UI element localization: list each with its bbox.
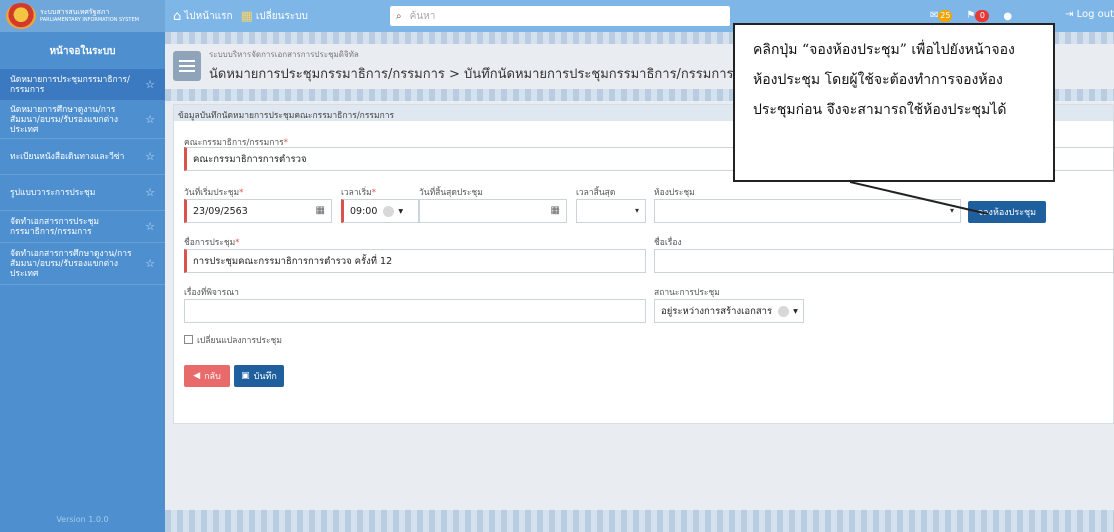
sidebar-item-committee-meeting[interactable]: นัดหมายการประชุมกรรมาธิการ/กรรมการ ☆ bbox=[0, 69, 165, 101]
back-button[interactable]: ◀ กลับ bbox=[184, 365, 230, 387]
sidebar-item-trip-documents[interactable]: จัดทำเอกสารการศึกษาดูงาน/การสัมมนา/อบรม/… bbox=[0, 243, 165, 285]
grid-icon: ▦ bbox=[240, 8, 253, 24]
save-button[interactable]: ▣ บันทึก bbox=[234, 365, 284, 387]
status-label: สถานะการประชุม bbox=[654, 288, 720, 298]
home-label: ไปหน้าแรก bbox=[184, 10, 233, 22]
consider-label: เรื่องที่พิจารณา bbox=[184, 288, 239, 298]
version-text: Version 1.0.0 bbox=[56, 515, 109, 524]
home-icon: ⌂ bbox=[173, 8, 182, 24]
meeting-name-label: ชื่อการประชุม* bbox=[184, 238, 240, 248]
start-time-value: 09:00 bbox=[350, 205, 378, 217]
calendar-icon[interactable]: ▦ bbox=[551, 205, 560, 216]
sidebar-item-agenda-format[interactable]: รูปแบบวาระการประชุม ☆ bbox=[0, 175, 165, 211]
logout-label: Log out bbox=[1076, 9, 1114, 20]
room-label: ห้องประชุม bbox=[654, 188, 695, 198]
logout-button[interactable]: ⇥ Log out bbox=[1065, 9, 1114, 20]
sidebar-item-label: ทะเบียนหนังสือเดินทางและวีซ่า bbox=[10, 151, 125, 162]
sidebar-item-label: รูปแบบวาระการประชุม bbox=[10, 187, 96, 198]
sidebar-item-label: จัดทำเอกสารการประชุมกรรมาธิการ/กรรมการ bbox=[10, 216, 99, 237]
switch-system-label: เปลี่ยนระบบ bbox=[255, 10, 308, 22]
alert-badge: 0 bbox=[975, 10, 990, 22]
sidebar-item-passport[interactable]: ทะเบียนหนังสือเดินทางและวีซ่า ☆ bbox=[0, 139, 165, 175]
parliament-logo bbox=[6, 3, 36, 29]
end-date-field[interactable]: ▦ bbox=[419, 199, 567, 223]
end-date-label: วันที่สิ้นสุดประชุม bbox=[419, 188, 483, 198]
system-subtitle: ระบบบริหารจัดการเอกสารการประชุมดิจิทัล bbox=[209, 50, 359, 59]
save-icon: ▣ bbox=[241, 371, 250, 381]
home-link[interactable]: ⌂ ไปหน้าแรก bbox=[173, 9, 233, 24]
star-icon[interactable]: ☆ bbox=[145, 151, 155, 162]
star-icon[interactable]: ☆ bbox=[145, 258, 155, 269]
meeting-name-value: การประชุมคณะกรรมาธิการการตำรวจ ครั้งที่ … bbox=[193, 255, 393, 267]
logout-icon: ⇥ bbox=[1065, 9, 1074, 20]
chevron-down-icon: ▾ bbox=[793, 305, 798, 317]
notification-icon[interactable]: ✉ 25 bbox=[930, 10, 953, 22]
decorative-pattern-bottom bbox=[165, 510, 1114, 532]
callout-pointer bbox=[850, 181, 989, 215]
status-select[interactable]: อยู่ระหว่างการสร้างเอกสาร ▾ bbox=[654, 299, 804, 323]
user-icon[interactable]: ● bbox=[1003, 11, 1012, 22]
change-meeting-checkbox[interactable] bbox=[184, 335, 193, 344]
clear-icon[interactable] bbox=[383, 205, 395, 217]
sidebar-item-label: นัดหมายการศึกษาดูงาน/การสัมมนา/อบรม/รับร… bbox=[10, 104, 119, 135]
brand-english: PARLIAMENTARY INFORMATION SYSTEM bbox=[40, 17, 139, 23]
subject-label: ชื่อเรื่อง bbox=[654, 238, 682, 248]
switch-system-link[interactable]: ▦ เปลี่ยนระบบ bbox=[241, 9, 308, 24]
start-date-field[interactable]: 23/09/2563 ▦ bbox=[184, 199, 332, 223]
chevron-down-icon: ▾ bbox=[634, 206, 639, 215]
committee-value: คณะกรรมาธิการการตำรวจ bbox=[193, 153, 307, 165]
clear-icon[interactable] bbox=[778, 305, 790, 317]
meeting-name-field[interactable]: การประชุมคณะกรรมาธิการการตำรวจ ครั้งที่ … bbox=[184, 249, 646, 273]
instruction-callout: คลิกปุ่ม “จองห้องประชุม” เพื่อไปยังหน้าจ… bbox=[733, 23, 1055, 182]
breadcrumb: นัดหมายการประชุมกรรมาธิการ/กรรมการ > บัน… bbox=[209, 67, 763, 82]
search-input[interactable]: ⌕ ค้นหา bbox=[390, 6, 730, 26]
star-icon[interactable]: ☆ bbox=[145, 187, 155, 198]
chevron-down-icon: ▾ bbox=[398, 205, 404, 217]
sidebar-title: หน้าจอในระบบ bbox=[49, 46, 116, 57]
star-icon[interactable]: ☆ bbox=[145, 114, 155, 125]
document-icon bbox=[173, 51, 201, 81]
sidebar: หน้าจอในระบบ นัดหมายการประชุมกรรมาธิการ/… bbox=[0, 32, 165, 532]
calendar-icon[interactable]: ▦ bbox=[316, 205, 325, 216]
start-date-label: วันที่เริ่มประชุม* bbox=[184, 188, 244, 198]
search-placeholder: ค้นหา bbox=[409, 10, 436, 22]
back-label: กลับ bbox=[204, 372, 221, 382]
end-time-label: เวลาสิ้นสุด bbox=[576, 188, 616, 198]
sidebar-item-meeting-documents[interactable]: จัดทำเอกสารการประชุมกรรมาธิการ/กรรมการ ☆ bbox=[0, 211, 165, 243]
star-icon[interactable]: ☆ bbox=[145, 79, 155, 90]
save-label: บันทึก bbox=[253, 372, 277, 382]
star-icon[interactable]: ☆ bbox=[145, 221, 155, 232]
sidebar-item-study-trip[interactable]: นัดหมายการศึกษาดูงาน/การสัมมนา/อบรม/รับร… bbox=[0, 101, 165, 139]
start-date-value: 23/09/2563 bbox=[193, 205, 248, 217]
search-icon: ⌕ bbox=[396, 10, 402, 22]
brand[interactable]: ระบบสารสนเทศรัฐสภา PARLIAMENTARY INFORMA… bbox=[0, 0, 165, 32]
start-time-label: เวลาเริ่ม* bbox=[341, 188, 376, 198]
subject-field[interactable] bbox=[654, 249, 1114, 273]
end-time-select[interactable]: ▾ bbox=[576, 199, 646, 223]
status-value: อยู่ระหว่างการสร้างเอกสาร bbox=[661, 305, 773, 317]
sidebar-item-label: จัดทำเอกสารการศึกษาดูงาน/การสัมมนา/อบรม/… bbox=[10, 248, 132, 279]
change-meeting-label: เปลี่ยนแปลงการประชุม bbox=[197, 336, 282, 346]
brand-name: ระบบสารสนเทศรัฐสภา bbox=[40, 8, 110, 16]
alert-icon[interactable]: ⚑ 0 bbox=[966, 10, 990, 22]
consider-field[interactable] bbox=[184, 299, 646, 323]
start-time-select[interactable]: 09:00 ▾ bbox=[341, 199, 419, 223]
sidebar-item-label: นัดหมายการประชุมกรรมาธิการ/กรรมการ bbox=[10, 74, 130, 95]
back-icon: ◀ bbox=[193, 371, 201, 381]
notification-badge: 25 bbox=[938, 10, 953, 22]
